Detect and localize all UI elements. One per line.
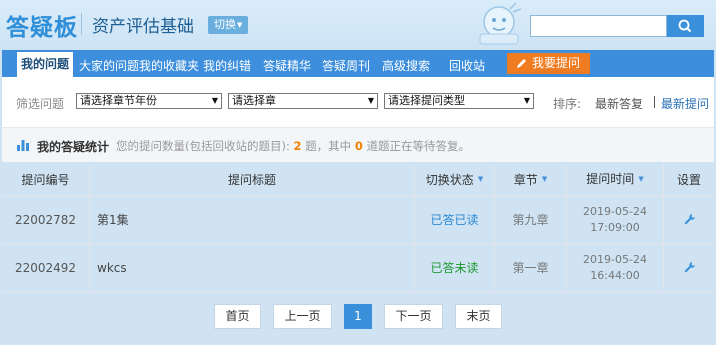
tab-my-corrections[interactable]: 我的纠错 (203, 55, 251, 77)
chapter-select[interactable]: 请选择章 ▼ (228, 93, 378, 109)
question-date: 2019-05-24 (583, 204, 647, 218)
first-page-button[interactable]: 首页 (214, 304, 261, 329)
chapter-year-select[interactable]: 请选择章节年份 ▼ (76, 93, 222, 109)
question-count: 2 (293, 139, 302, 153)
subject-title: 资产评估基础 (92, 17, 194, 37)
header-time[interactable]: 提问时间 ▼ (567, 163, 664, 195)
header-status-label: 切换状态 (425, 172, 474, 187)
question-chapter: 第一章 (495, 244, 567, 291)
question-id: 22002782 (2, 196, 90, 243)
question-title[interactable]: 第1集 (90, 196, 415, 243)
header-status[interactable]: 切换状态 ▼ (415, 163, 495, 195)
tab-answer-weekly[interactable]: 答疑周刊 (322, 55, 370, 77)
main-tab-bar: 我的问题 大家的问题 我的收藏夹 我的纠错 答疑精华 答疑周刊 高级搜索 回收站… (2, 50, 714, 77)
sort-caret-icon: ▼ (477, 175, 484, 183)
question-type-select[interactable]: 请选择提问类型 ▼ (384, 93, 534, 109)
sort-label: 排序: (553, 97, 582, 111)
bar-chart-icon (17, 140, 29, 151)
header: 答疑板 资产评估基础 切换▼ (0, 0, 716, 50)
table-header-row: 提问编号 提问标题 切换状态 ▼ 章节 ▼ 提问时间 ▼ 设置 (2, 163, 714, 196)
header-divider (81, 13, 82, 35)
question-time: 2019-05-24 17:09:00 (567, 196, 664, 243)
waiting-count: 0 (354, 139, 363, 153)
tab-my-questions[interactable]: 我的问题 (17, 52, 74, 77)
question-title[interactable]: wkcs (90, 244, 415, 291)
question-settings[interactable] (664, 196, 714, 243)
ask-question-label: 我要提问 (532, 56, 581, 70)
table-row: 22002782 第1集 已答已读 第九章 2019-05-24 17:09:0… (2, 196, 714, 244)
wrench-icon (684, 262, 695, 273)
current-page-button[interactable]: 1 (344, 304, 372, 329)
filter-bar: 筛选问题 请选择章节年份 ▼ 请选择章 ▼ 请选择提问类型 ▼ 排序: 最新答复 最新… (2, 77, 714, 127)
sort-latest-answer[interactable]: 最新答复 (595, 95, 643, 112)
question-time: 2019-05-24 16:44:00 (567, 244, 664, 291)
next-page-button[interactable]: 下一页 (384, 304, 443, 329)
header-title: 提问标题 (90, 163, 415, 195)
question-chapter: 第九章 (495, 196, 567, 243)
stats-prefix: 您的提问数量(包括回收站的题目): (116, 139, 290, 153)
tab-my-favorites[interactable]: 我的收藏夹 (139, 55, 199, 77)
search-button[interactable] (667, 15, 704, 37)
sort-divider (654, 96, 655, 108)
sort-caret-icon: ▼ (638, 175, 644, 183)
chapter-year-select-value: 请选择章节年份 (80, 94, 157, 107)
dropdown-arrow-icon: ▼ (523, 96, 530, 105)
tab-recycle-bin[interactable]: 回收站 (449, 55, 485, 77)
tab-answer-highlights[interactable]: 答疑精华 (263, 55, 311, 77)
question-id: 22002492 (2, 244, 90, 291)
tab-advanced-search[interactable]: 高级搜索 (382, 55, 430, 77)
stats-middle: 题，其中 (305, 139, 352, 153)
stats-suffix: 道题正在等待答复。 (366, 139, 471, 153)
switch-subject-button[interactable]: 切换▼ (208, 16, 249, 34)
sort-caret-icon: ▼ (541, 175, 548, 183)
page: 答疑板 资产评估基础 切换▼ 我的问题 大家的问题 我的收藏夹 我的纠错 答疑精… (0, 0, 716, 345)
question-clock: 16:44:00 (590, 268, 640, 282)
mascot-icon (479, 2, 522, 45)
caret-down-icon: ▼ (237, 21, 243, 29)
prev-page-button[interactable]: 上一页 (273, 304, 332, 329)
question-clock: 17:09:00 (590, 220, 640, 234)
dropdown-arrow-icon: ▼ (367, 96, 374, 105)
last-page-button[interactable]: 末页 (455, 304, 502, 329)
stats-title: 我的答疑统计 (37, 140, 110, 154)
filter-label: 筛选问题 (16, 97, 65, 111)
question-settings[interactable] (664, 244, 714, 291)
header-chapter[interactable]: 章节 ▼ (495, 163, 567, 195)
stats-bar: 我的答疑统计 您的提问数量(包括回收站的题目): 2 题，其中 0 道题正在等待… (2, 127, 714, 162)
search-input[interactable] (530, 15, 667, 37)
chapter-select-value: 请选择章 (232, 94, 276, 107)
switch-label: 切换 (214, 18, 236, 31)
wrench-icon (684, 214, 695, 225)
pencil-icon (517, 59, 526, 68)
question-status[interactable]: 已答已读 (415, 196, 495, 243)
sort-latest-question[interactable]: 最新提问 (661, 95, 709, 112)
tab-everyone-questions[interactable]: 大家的问题 (79, 55, 139, 77)
question-date: 2019-05-24 (583, 252, 647, 266)
question-status[interactable]: 已答未读 (415, 244, 495, 291)
header-time-label: 提问时间 (586, 172, 635, 186)
dropdown-arrow-icon: ▼ (211, 96, 218, 105)
logo: 答疑板 (6, 15, 78, 41)
search-icon (678, 19, 692, 33)
header-settings: 设置 (676, 172, 701, 187)
table-row: 22002492 wkcs 已答未读 第一章 2019-05-24 16:44:… (2, 244, 714, 292)
stats-summary: 您的提问数量(包括回收站的题目): 2 题，其中 0 道题正在等待答复。 (116, 138, 470, 154)
header-id: 提问编号 (2, 163, 90, 195)
ask-question-button[interactable]: 我要提问 (507, 53, 590, 74)
header-chapter-label: 章节 (513, 172, 538, 187)
question-type-select-value: 请选择提问类型 (388, 94, 465, 107)
